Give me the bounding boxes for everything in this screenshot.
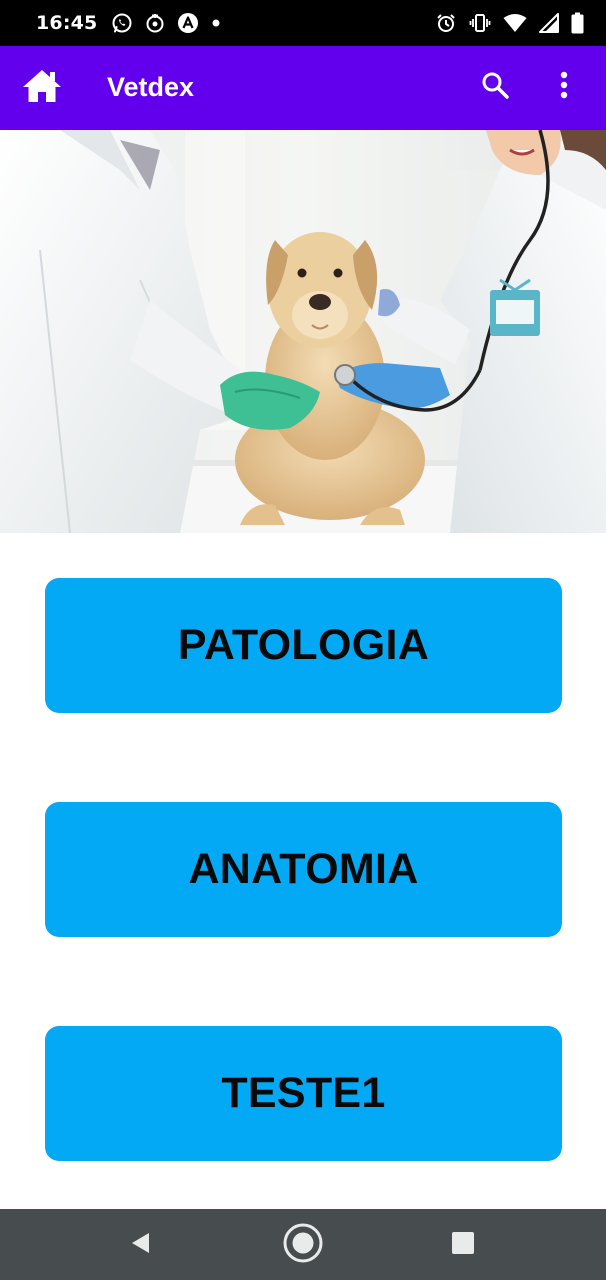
back-button[interactable] [118, 1222, 164, 1268]
navigation-bar [0, 1209, 606, 1280]
patologia-button[interactable]: PATOLOGIA [45, 578, 562, 713]
home-button[interactable] [20, 68, 64, 108]
app-a-icon [177, 12, 199, 34]
status-clock: 16:45 [36, 12, 98, 34]
home-circle-icon [282, 1222, 324, 1269]
signal-icon [539, 13, 559, 33]
alarm-icon [435, 12, 457, 34]
anatomia-button-label: ANATOMIA [188, 845, 419, 893]
home-icon [21, 68, 63, 109]
app-bar: Vetdex [0, 46, 606, 130]
recents-icon [451, 1231, 475, 1260]
teste1-button-label: TESTE1 [221, 1069, 386, 1117]
activity-icon [145, 12, 165, 34]
app-title: Vetdex [107, 72, 195, 102]
search-icon [481, 71, 509, 104]
back-icon [128, 1230, 154, 1261]
more-vert-icon [560, 71, 568, 104]
status-right [423, 12, 584, 34]
search-button[interactable] [478, 70, 512, 104]
teste1-button[interactable]: TESTE1 [45, 1026, 562, 1161]
home-nav-button[interactable] [280, 1222, 326, 1268]
anatomia-button[interactable]: ANATOMIA [45, 802, 562, 937]
notification-dot-icon [211, 18, 221, 28]
veterinary-photo-illustration [0, 130, 606, 533]
status-bar: 16:45 [0, 0, 606, 46]
patologia-button-label: PATOLOGIA [177, 621, 430, 669]
vibrate-icon [469, 12, 491, 34]
recents-button[interactable] [440, 1222, 486, 1268]
status-left: 16:45 [36, 12, 233, 34]
wifi-icon [503, 13, 527, 33]
hero-image [0, 130, 606, 533]
overflow-menu-button[interactable] [552, 70, 576, 104]
whatsapp-icon [111, 12, 133, 34]
battery-icon [571, 12, 584, 34]
